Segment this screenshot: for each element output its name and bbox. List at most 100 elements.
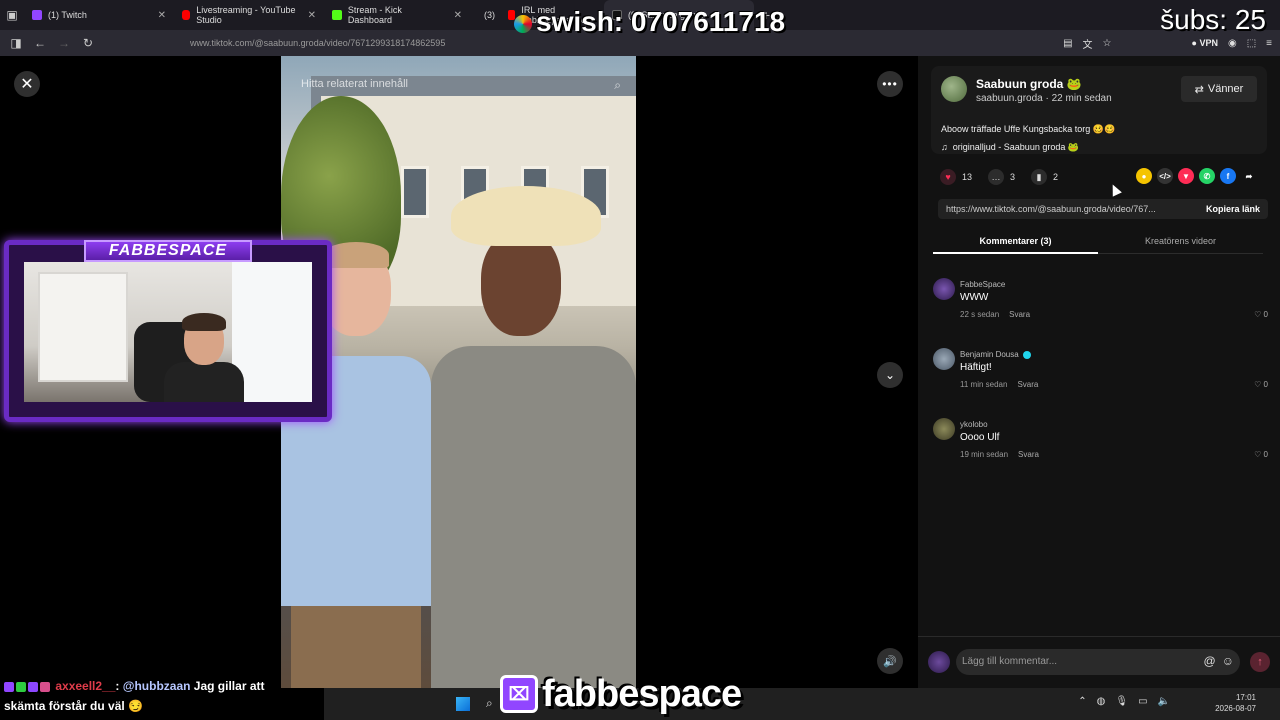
search-icon[interactable]: ⌕: [614, 78, 621, 93]
comment-like-count: 0: [1263, 380, 1268, 389]
comment-meta: 11 min sedan Svara: [960, 380, 1038, 389]
bookmark-star-icon[interactable]: ☆: [1103, 38, 1112, 49]
share-arrow-icon[interactable]: ➦: [1241, 168, 1257, 184]
swish-text: swish: 0707611718: [536, 6, 786, 37]
comment-icon[interactable]: …: [988, 169, 1005, 185]
tab-comments[interactable]: Kommentarer (3): [933, 236, 1098, 246]
coin-icon[interactable]: ●: [1136, 168, 1152, 184]
post-music-text: originalljud - Saabuun groda: [952, 142, 1066, 152]
post-description: Aboow träffade Uffe Kungsbacka torg 🥴🥴: [941, 124, 1115, 135]
streamer: [164, 313, 244, 402]
comment-input[interactable]: Lägg till kommentar... @ ☺: [956, 649, 1240, 675]
close-tab-icon[interactable]: ✕: [454, 10, 462, 21]
like-icon[interactable]: ♥: [940, 169, 956, 185]
tab-twitch[interactable]: (1) Twitch ✕: [24, 0, 174, 30]
comment-username-text: Benjamin Dousa: [960, 350, 1019, 359]
tab-kick-dashboard[interactable]: Stream - Kick Dashboard ✕: [324, 0, 470, 30]
whatsapp-icon[interactable]: ✆: [1199, 168, 1215, 184]
screen: ▣ (1) Twitch ✕ Livestreaming - YouTube S…: [0, 0, 1280, 720]
emoji-icon[interactable]: ☺: [1222, 654, 1234, 668]
reader-icon[interactable]: ▤: [1063, 38, 1072, 49]
streamer-body: [164, 362, 244, 402]
kick-favicon-icon: [332, 10, 342, 20]
sidebar-toggle-icon[interactable]: ◨: [4, 36, 28, 50]
forward-icon[interactable]: →: [52, 36, 76, 50]
comment-like-count: 0: [1263, 310, 1268, 319]
taskbar-search-icon[interactable]: ⌕: [486, 696, 493, 711]
my-avatar: [928, 651, 950, 673]
vpn-badge[interactable]: ● VPN: [1192, 38, 1218, 48]
menu-icon[interactable]: ≡: [1266, 38, 1272, 49]
tray-app-icon[interactable]: ◍: [1097, 696, 1106, 707]
post-music[interactable]: ♫ originalljud - Saabuun groda 🐸: [941, 142, 1079, 153]
next-video-button[interactable]: ⌄: [877, 362, 903, 388]
speaker-icon[interactable]: 🔈: [1158, 696, 1170, 707]
tab-overview-icon[interactable]: ▣: [0, 8, 24, 22]
comment-avatar[interactable]: [933, 278, 955, 300]
related-search[interactable]: Hitta relaterat innehåll ⌕: [301, 78, 621, 94]
close-video-button[interactable]: ✕: [14, 71, 40, 97]
profile-icon[interactable]: ◉: [1228, 38, 1237, 49]
webcam-video: [24, 262, 312, 402]
author-name[interactable]: Saabuun groda 🐸: [976, 77, 1082, 91]
person-right-head: [481, 231, 561, 336]
mention-icon[interactable]: @: [1204, 654, 1216, 668]
clock[interactable]: 17:01 2026-08-07: [1215, 692, 1256, 714]
comment-meta: 22 s sedan Svara: [960, 310, 1030, 319]
like-count: 13: [962, 172, 973, 182]
more-options-button[interactable]: •••: [877, 71, 903, 97]
comment-avatar[interactable]: [933, 348, 955, 370]
details-panel: Saabuun groda 🐸 saabuun.groda · 22 min s…: [918, 56, 1280, 688]
facebook-icon[interactable]: f: [1220, 168, 1236, 184]
volume-button[interactable]: 🔊: [877, 648, 903, 674]
comment-meta: 19 min sedan Svara: [960, 450, 1039, 459]
comment-username[interactable]: ykolobo: [960, 420, 988, 429]
bookmark-icon[interactable]: ▮: [1031, 169, 1048, 185]
send-icon[interactable]: ▼: [1178, 168, 1194, 184]
comment-like[interactable]: ♡ 0: [1254, 450, 1268, 459]
microphone-icon[interactable]: 🎙: [1115, 696, 1128, 707]
heart-outline-icon: ♡: [1254, 380, 1262, 389]
tab-youtube-3[interactable]: (3): [470, 0, 500, 30]
post-link[interactable]: https://www.tiktok.com/@saabuun.groda/vi…: [946, 204, 1180, 214]
url-field[interactable]: www.tiktok.com/@saabuun.groda/video/7671…: [190, 38, 445, 48]
add-comment-bar: Lägg till kommentar... @ ☺ ↑: [918, 636, 1280, 688]
tab-youtube-studio[interactable]: Livestreaming - YouTube Studio ✕: [174, 0, 324, 30]
video-player[interactable]: Hitta relaterat innehåll ⌕: [281, 56, 636, 688]
tab-creator-videos[interactable]: Kreatörens videor: [1098, 236, 1263, 246]
fabbespace-logo-text: fabbespace: [542, 672, 742, 715]
person-left-hair: [323, 242, 389, 268]
close-tab-icon[interactable]: ✕: [158, 10, 166, 21]
comment-text: Häftigt!: [960, 362, 992, 373]
comment-username[interactable]: FabbeSpace: [960, 280, 1005, 289]
reply-button[interactable]: Svara: [1018, 450, 1039, 459]
network-icon[interactable]: ▭: [1138, 696, 1147, 707]
embed-icon[interactable]: </>: [1157, 168, 1173, 184]
swish-overlay: swish: 0707611718: [514, 6, 785, 38]
chat-overlay: axxeell2__: @hubbzaan Jag gillar att skä…: [4, 676, 324, 718]
reload-icon[interactable]: ↻: [76, 36, 100, 50]
tray-chevron-icon[interactable]: ⌃: [1078, 696, 1086, 707]
copy-link-button[interactable]: Kopiera länk: [1206, 204, 1260, 214]
clock-time: 17:01: [1235, 693, 1256, 702]
post-info-card: Saabuun groda 🐸 saabuun.groda · 22 min s…: [931, 66, 1267, 154]
close-tab-icon[interactable]: ✕: [308, 10, 316, 21]
twitch-logo-icon: ⌧: [500, 675, 538, 713]
windows-start-icon[interactable]: [456, 697, 470, 711]
comment-username[interactable]: Benjamin Dousa: [960, 350, 1031, 359]
friends-button[interactable]: ⇄ Vänner: [1181, 76, 1257, 102]
reply-button[interactable]: Svara: [1017, 380, 1038, 389]
author-avatar[interactable]: [941, 76, 967, 102]
comment-avatar[interactable]: [933, 418, 955, 440]
extensions-icon[interactable]: ⬚: [1247, 38, 1256, 49]
vpn-label: VPN: [1199, 38, 1218, 48]
send-comment-button[interactable]: ↑: [1250, 652, 1270, 672]
translate-icon[interactable]: 文: [1083, 36, 1093, 51]
back-icon[interactable]: ←: [28, 36, 52, 50]
save-count: 2: [1053, 172, 1059, 182]
chat-line: axxeell2__: @hubbzaan Jag gillar att: [4, 676, 324, 696]
comment-like[interactable]: ♡ 0: [1254, 380, 1268, 389]
reply-button[interactable]: Svara: [1009, 310, 1030, 319]
swish-logo-icon: [514, 14, 532, 33]
comment-like[interactable]: ♡ 0: [1254, 310, 1268, 319]
